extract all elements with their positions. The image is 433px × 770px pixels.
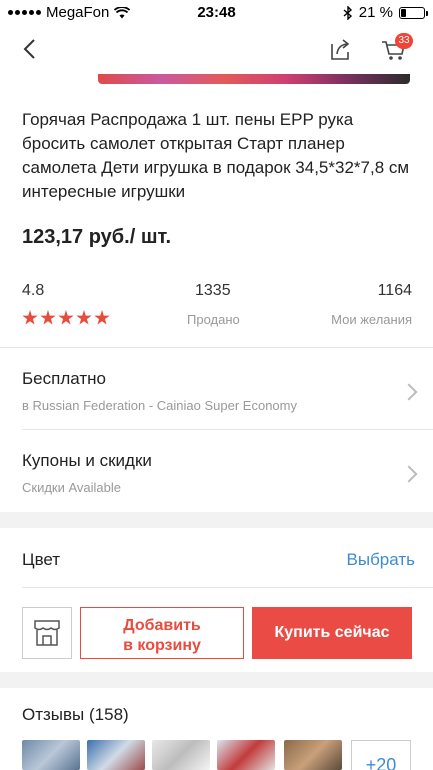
store-icon — [34, 620, 60, 646]
review-thumbnail[interactable] — [217, 740, 275, 770]
product-image[interactable] — [98, 74, 410, 84]
review-thumbnail[interactable] — [87, 740, 145, 770]
shipping-row[interactable]: Бесплатно в Russian Federation - Cainiao… — [0, 350, 433, 426]
product-stats: 4.8 1335 Продано 1164 Мои желания — [0, 282, 433, 332]
rating-stars — [22, 310, 110, 326]
battery-percent: 21 % — [358, 4, 393, 21]
coupons-row[interactable]: Купоны и скидки Скидки Available — [0, 432, 433, 508]
add-to-cart-line2: в корзину — [123, 636, 201, 654]
color-select-link[interactable]: Выбрать — [347, 550, 415, 570]
reviews-title[interactable]: Отзывы (158) — [22, 705, 129, 725]
nav-bar: 33 — [0, 24, 433, 74]
status-bar: MegaFon 23:48 21 % — [0, 0, 433, 24]
color-label: Цвет — [22, 550, 61, 569]
sold-count: 1335 — [195, 282, 231, 299]
review-thumbnail[interactable] — [284, 740, 342, 770]
wishlist-count: 1164 — [377, 282, 412, 299]
more-reviews-button[interactable]: +20 — [351, 740, 411, 770]
wishlist-label: Мои желания — [331, 312, 412, 327]
coupons-title: Купоны и скидки — [22, 451, 152, 470]
chevron-right-icon — [400, 465, 418, 483]
sold-label: Продано — [187, 312, 240, 327]
shipping-title: Бесплатно — [22, 369, 106, 388]
review-thumbnail[interactable] — [22, 740, 80, 770]
buy-now-button[interactable]: Купить сейчас — [252, 607, 412, 659]
store-button[interactable] — [22, 607, 72, 659]
star-icon — [94, 310, 110, 325]
divider — [22, 429, 433, 430]
star-icon — [76, 310, 92, 325]
section-gap — [0, 512, 433, 528]
shipping-subtitle: в Russian Federation - Cainiao Super Eco… — [22, 398, 297, 413]
chevron-left-icon[interactable] — [18, 36, 44, 62]
product-title: Горячая Распродажа 1 шт. пены EPP рука б… — [22, 110, 410, 201]
divider — [0, 347, 433, 348]
star-icon — [22, 310, 38, 325]
add-to-cart-line1: Добавить — [123, 616, 201, 634]
add-to-cart-button[interactable]: Добавить в корзину — [80, 607, 244, 659]
divider — [22, 587, 433, 588]
chevron-right-icon — [400, 383, 418, 401]
coupons-subtitle: Скидки Available — [22, 480, 122, 495]
review-thumbnail[interactable] — [152, 740, 210, 770]
share-icon[interactable] — [328, 36, 354, 62]
star-icon — [40, 310, 56, 325]
battery-icon — [399, 6, 428, 19]
section-gap — [0, 672, 433, 688]
cart-count-badge: 33 — [395, 33, 413, 49]
rating-value: 4.8 — [22, 282, 45, 299]
status-right: 21 % — [343, 4, 428, 21]
bluetooth-icon — [343, 5, 352, 20]
product-price: 123,17 руб./ шт. — [22, 226, 172, 248]
battery-level — [401, 8, 406, 17]
star-icon — [58, 310, 74, 325]
